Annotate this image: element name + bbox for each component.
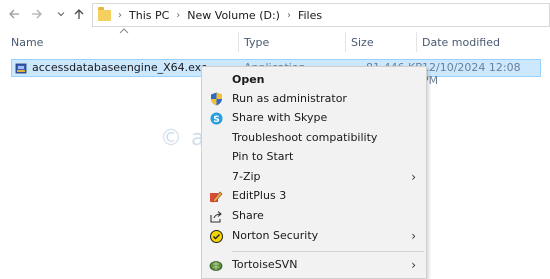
- forward-arrow-icon[interactable]: [27, 4, 47, 24]
- breadcrumb-this-pc[interactable]: This PC: [129, 9, 169, 22]
- chevron-right-icon[interactable]: ›: [118, 10, 122, 21]
- up-arrow-icon[interactable]: [69, 4, 89, 24]
- menu-item-label: Run as administrator: [232, 92, 347, 105]
- installer-icon: [15, 63, 27, 74]
- navigation-bar: › This PC › New Volume (D:) › Files: [0, 0, 550, 30]
- context-menu: Open Run as administrator S Share with S…: [201, 66, 427, 279]
- menu-item-label: TortoiseSVN: [232, 258, 298, 271]
- tortoisesvn-icon: [209, 258, 223, 272]
- column-divider[interactable]: [345, 32, 346, 52]
- editplus-icon: [209, 189, 223, 203]
- share-icon: [209, 209, 223, 223]
- menu-separator: [232, 251, 424, 252]
- column-headers: Name Type Size Date modified: [0, 32, 550, 52]
- file-name: accessdatabaseengine_X64.exe: [32, 61, 208, 74]
- shield-icon: [209, 92, 223, 106]
- column-divider[interactable]: [238, 32, 239, 52]
- menu-item-label: 7-Zip: [232, 170, 261, 183]
- submenu-arrow-icon: ›: [411, 170, 416, 184]
- menu-item-tortoisesvn[interactable]: TortoiseSVN ›: [202, 256, 426, 275]
- menu-item-label: Open: [232, 73, 265, 86]
- column-header-size[interactable]: Size: [351, 36, 374, 49]
- menu-item-editplus-3[interactable]: EditPlus 3: [202, 187, 426, 206]
- address-bar[interactable]: › This PC › New Volume (D:) › Files: [92, 3, 550, 27]
- file-date-modified: 12/10/2024 12:08 PM: [422, 61, 521, 87]
- menu-item-run-as-administrator[interactable]: Run as administrator: [202, 90, 426, 109]
- breadcrumb-files[interactable]: Files: [298, 9, 322, 22]
- column-header-date-modified[interactable]: Date modified: [422, 36, 500, 49]
- folder-icon: [98, 6, 111, 21]
- menu-item-pin-to-start[interactable]: Pin to Start: [202, 148, 426, 167]
- menu-item-label: Share with Skype: [232, 111, 328, 124]
- menu-item-norton-security[interactable]: Norton Security ›: [202, 227, 426, 246]
- menu-item-troubleshoot-compatibility[interactable]: Troubleshoot compatibility: [202, 129, 426, 148]
- menu-item-label: Troubleshoot compatibility: [232, 131, 378, 144]
- back-arrow-icon[interactable]: [4, 4, 24, 24]
- breadcrumb-new-volume[interactable]: New Volume (D:): [187, 9, 280, 22]
- chevron-right-icon[interactable]: ›: [176, 10, 180, 21]
- column-header-name[interactable]: Name: [11, 36, 43, 49]
- norton-icon: [209, 229, 223, 243]
- svg-text:S: S: [213, 114, 219, 124]
- submenu-arrow-icon: ›: [411, 229, 416, 243]
- column-divider[interactable]: [416, 32, 417, 52]
- menu-item-7-zip[interactable]: 7-Zip ›: [202, 168, 426, 187]
- chevron-right-icon[interactable]: ›: [287, 10, 291, 21]
- menu-item-share[interactable]: Share: [202, 207, 426, 226]
- menu-item-share-with-skype[interactable]: S Share with Skype: [202, 109, 426, 128]
- menu-item-label: Norton Security: [232, 229, 319, 242]
- recent-locations-chevron-icon[interactable]: [51, 4, 71, 24]
- menu-item-label: Pin to Start: [232, 150, 294, 163]
- skype-icon: S: [209, 111, 223, 125]
- menu-item-label: Share: [232, 209, 264, 222]
- menu-item-label: EditPlus 3: [232, 189, 287, 202]
- submenu-arrow-icon: ›: [411, 258, 416, 272]
- column-header-type[interactable]: Type: [244, 36, 269, 49]
- menu-item-open[interactable]: Open: [202, 71, 426, 90]
